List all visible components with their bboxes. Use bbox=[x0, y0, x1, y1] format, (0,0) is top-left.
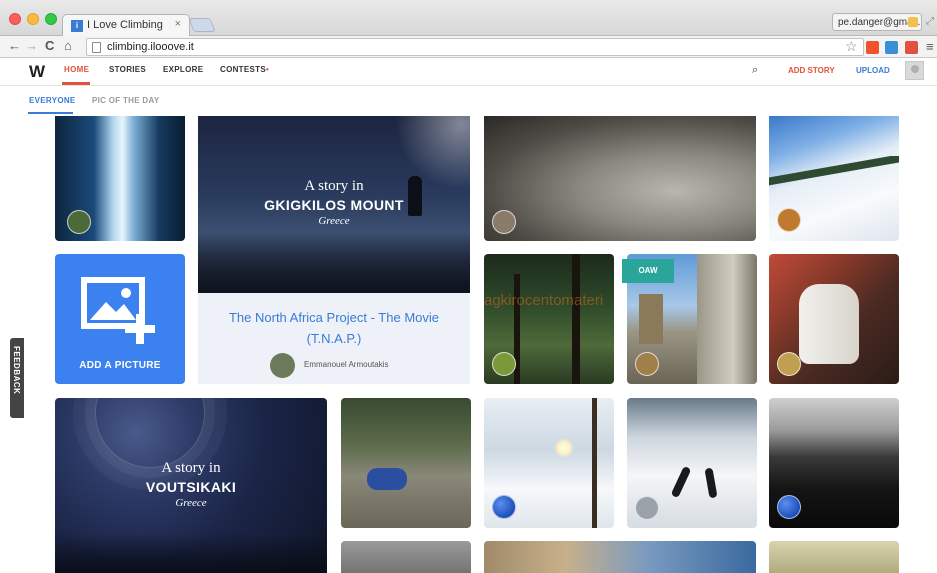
trees-decoration bbox=[769, 156, 899, 186]
oaw-badge: OAW bbox=[622, 259, 674, 283]
story-caption[interactable]: The North Africa Project - The Movie (T.… bbox=[198, 293, 470, 384]
rock-wall bbox=[697, 254, 757, 384]
story-card[interactable]: A story in GKIGKILOS MOUNT Greece bbox=[198, 116, 470, 294]
tree-trunk bbox=[592, 398, 597, 528]
climber-figure bbox=[367, 468, 407, 490]
browser-tab-strip: i I Love Climbing × pe.danger@gmai... ⤢ bbox=[0, 0, 937, 36]
extension-icon-1[interactable] bbox=[866, 41, 879, 54]
author-name[interactable]: Emmanouel Armoutakis bbox=[304, 360, 388, 369]
photo-card[interactable] bbox=[769, 254, 899, 384]
photo-card[interactable] bbox=[769, 398, 899, 528]
photo-feed: A story in GKIGKILOS MOUNT Greece ADD A … bbox=[0, 116, 937, 573]
ice-axe bbox=[704, 467, 718, 499]
reload-button[interactable]: C bbox=[45, 38, 54, 53]
photo-card[interactable] bbox=[769, 116, 899, 241]
globe-avatar-icon[interactable] bbox=[777, 495, 801, 519]
bookmark-star-icon[interactable]: ☆ bbox=[845, 38, 858, 55]
upload-button[interactable]: UPLOAD bbox=[856, 66, 890, 75]
photo-watermark: agkirocentomateri bbox=[484, 292, 604, 309]
add-picture-button[interactable]: ADD A PICTURE bbox=[55, 254, 185, 384]
feedback-tab[interactable]: FEEDBACK bbox=[10, 338, 24, 418]
add-picture-label: ADD A PICTURE bbox=[79, 360, 161, 371]
photo-card[interactable] bbox=[484, 541, 756, 573]
nav-home[interactable]: HOME bbox=[64, 65, 89, 74]
fullscreen-icon[interactable]: ⤢ bbox=[926, 16, 934, 27]
tab-active-indicator bbox=[28, 112, 73, 114]
story-caption-title[interactable]: The North Africa Project - The Movie (T.… bbox=[218, 307, 450, 349]
profile-button[interactable]: pe.danger@gmai... bbox=[832, 13, 922, 31]
close-window-button[interactable] bbox=[9, 13, 21, 25]
nav-stories[interactable]: STORIES bbox=[109, 65, 146, 74]
author-avatar[interactable] bbox=[777, 208, 801, 232]
photo-card[interactable] bbox=[484, 254, 614, 384]
back-button[interactable]: ← bbox=[8, 38, 21, 53]
ground-shadow bbox=[55, 533, 327, 573]
photo-card[interactable] bbox=[341, 541, 471, 573]
close-tab-icon[interactable]: × bbox=[175, 18, 181, 30]
author-avatar[interactable] bbox=[777, 352, 801, 376]
globe-avatar-icon[interactable] bbox=[492, 495, 516, 519]
address-bar[interactable]: climbing.ilooove.it bbox=[86, 38, 864, 56]
author-avatar[interactable] bbox=[635, 352, 659, 376]
photo-card[interactable] bbox=[341, 398, 471, 528]
author-avatar[interactable] bbox=[635, 496, 659, 520]
story-overlay: A story in GKIGKILOS MOUNT Greece bbox=[198, 178, 470, 227]
site-logo[interactable]: W bbox=[29, 62, 45, 82]
ridge-shadow bbox=[198, 234, 470, 294]
site-header: W HOME STORIES EXPLORE CONTESTS• ⌕ ADD S… bbox=[0, 58, 937, 86]
author-avatar[interactable] bbox=[492, 352, 516, 376]
photo-card[interactable] bbox=[55, 116, 185, 241]
warning-icon bbox=[908, 17, 918, 27]
home-button[interactable]: ⌂ bbox=[64, 38, 72, 53]
ice-axe bbox=[670, 465, 692, 499]
nav-active-indicator bbox=[62, 82, 90, 85]
extension-icon-3[interactable] bbox=[905, 41, 918, 54]
forward-button[interactable]: → bbox=[25, 38, 38, 53]
author-avatar[interactable] bbox=[270, 353, 295, 378]
browser-menu-icon[interactable]: ≡ bbox=[926, 39, 934, 54]
story-title: VOUTSIKAKI bbox=[145, 479, 237, 495]
photo-card[interactable] bbox=[484, 398, 614, 528]
story-kicker: A story in bbox=[304, 178, 364, 194]
nav-explore[interactable]: EXPLORE bbox=[163, 65, 203, 74]
add-image-icon bbox=[81, 277, 155, 344]
tab-everyone[interactable]: EVERYONE bbox=[29, 96, 76, 105]
extension-icon-2[interactable] bbox=[885, 41, 898, 54]
photo-card[interactable] bbox=[627, 398, 757, 528]
story-card[interactable]: A story in VOUTSIKAKI Greece bbox=[55, 398, 327, 573]
tab-title: I Love Climbing bbox=[87, 19, 163, 31]
author-avatar[interactable] bbox=[492, 210, 516, 234]
minimize-window-button[interactable] bbox=[27, 13, 39, 25]
notification-dot: • bbox=[265, 65, 270, 74]
zoom-window-button[interactable] bbox=[45, 13, 57, 25]
taped-hand bbox=[799, 284, 859, 364]
star-trails bbox=[95, 398, 205, 468]
tree-trunk bbox=[572, 254, 580, 384]
add-story-button[interactable]: ADD STORY bbox=[788, 66, 835, 75]
browser-toolbar: ← → C ⌂ climbing.ilooove.it bbox=[0, 36, 937, 58]
author-avatar[interactable] bbox=[67, 210, 91, 234]
url-text: climbing.ilooove.it bbox=[107, 41, 194, 53]
story-overlay: A story in VOUTSIKAKI Greece bbox=[55, 460, 327, 509]
nav-contests[interactable]: CONTESTS• bbox=[220, 65, 269, 74]
browser-tab[interactable]: i I Love Climbing × bbox=[62, 14, 190, 36]
sun-glare bbox=[554, 438, 574, 458]
castle-tower bbox=[639, 294, 663, 344]
story-country: Greece bbox=[318, 215, 350, 227]
story-title: GKIGKILOS MOUNT bbox=[264, 197, 404, 213]
photo-card[interactable] bbox=[769, 541, 899, 573]
new-tab-button[interactable] bbox=[188, 18, 216, 32]
page-icon bbox=[92, 42, 101, 53]
photo-card[interactable] bbox=[484, 116, 756, 241]
feedback-label: FEEDBACK bbox=[12, 346, 21, 395]
favicon-icon: i bbox=[71, 20, 83, 32]
story-kicker: A story in bbox=[161, 460, 221, 476]
feed-filter-bar: EVERYONE PIC OF THE DAY bbox=[0, 86, 937, 116]
nav-contests-label: CONTESTS bbox=[220, 65, 266, 74]
user-avatar[interactable] bbox=[905, 61, 924, 80]
story-country: Greece bbox=[175, 497, 207, 509]
tab-pic-of-the-day[interactable]: PIC OF THE DAY bbox=[92, 96, 159, 105]
search-icon[interactable]: ⌕ bbox=[752, 64, 758, 77]
